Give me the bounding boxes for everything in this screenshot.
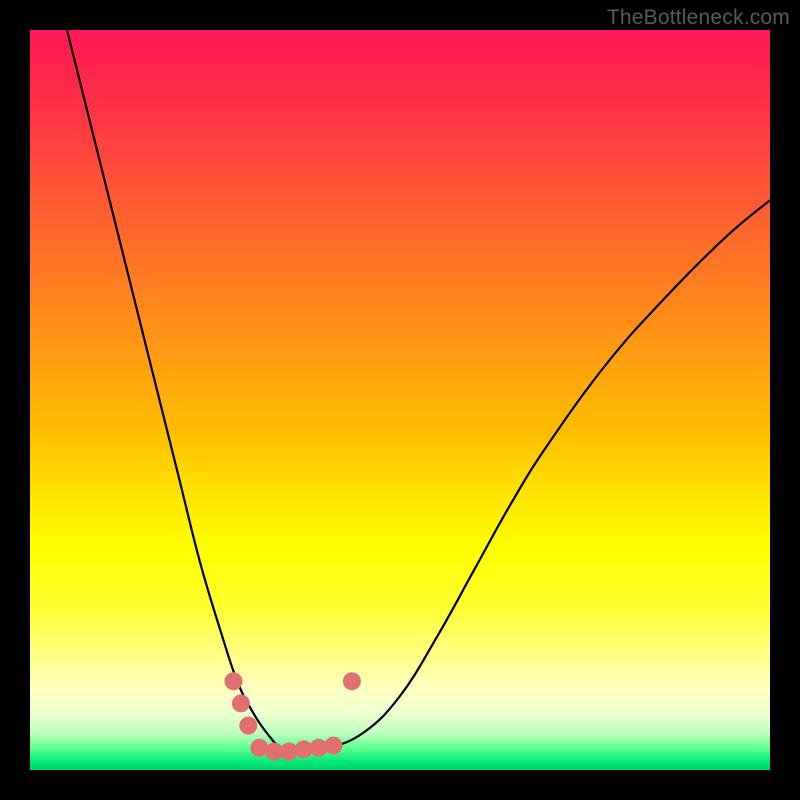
bottleneck-curve [67,30,770,749]
highlight-markers [225,672,361,760]
watermark-text: TheBottleneck.com [607,6,790,30]
chart-svg [30,30,770,770]
marker-point [225,672,243,690]
marker-point [232,694,250,712]
chart-frame: TheBottleneck.com [0,0,800,800]
marker-point [239,717,257,735]
plot-area [30,30,770,770]
marker-point [343,672,361,690]
marker-point [324,737,342,755]
